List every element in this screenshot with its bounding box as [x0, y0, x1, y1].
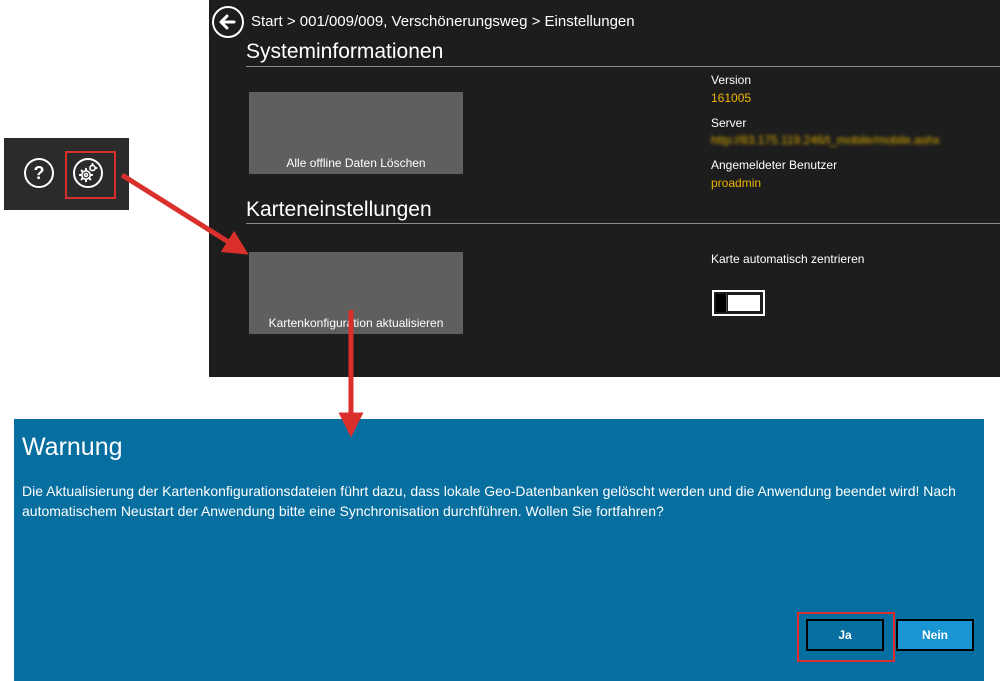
dialog-title: Warnung — [22, 433, 123, 461]
auto-center-toggle[interactable] — [712, 290, 765, 316]
version-value: 161005 — [711, 91, 752, 105]
breadcrumb: Start > 001/009/009, Verschönerungsweg >… — [251, 13, 635, 30]
mini-toolbar: ? — [4, 138, 129, 210]
update-map-config-button[interactable]: Kartenkonfiguration aktualisieren — [249, 252, 463, 334]
toggle-knob — [716, 294, 727, 312]
back-button[interactable] — [212, 6, 244, 38]
auto-center-label: Karte automatisch zentrieren — [711, 252, 865, 266]
help-button[interactable]: ? — [24, 158, 54, 188]
server-value: http://83.175.119.246/t_mobile/mobile.as… — [711, 133, 940, 147]
toggle-track — [728, 295, 760, 311]
version-label: Version — [711, 73, 752, 87]
arrow-left-icon — [219, 14, 236, 30]
yes-button[interactable]: Ja — [806, 619, 884, 651]
settings-button[interactable] — [73, 158, 103, 188]
divider — [246, 66, 1000, 67]
warning-dialog: Warnung Die Aktualisierung der Kartenkon… — [14, 419, 984, 681]
dialog-message: Die Aktualisierung der Kartenkonfigurati… — [22, 483, 956, 519]
user-label: Angemeldeter Benutzer — [711, 158, 838, 172]
no-button[interactable]: Nein — [896, 619, 974, 651]
system-section-title: Systeminformationen — [246, 40, 444, 63]
user-value: proadmin — [711, 176, 762, 190]
divider — [246, 223, 1000, 224]
delete-offline-data-button[interactable]: Alle offline Daten Löschen — [249, 92, 463, 174]
help-icon: ? — [33, 162, 45, 183]
map-section-title: Karteneinstellungen — [246, 198, 432, 221]
gear-icon — [78, 163, 98, 183]
update-map-config-label: Kartenkonfiguration aktualisieren — [268, 316, 444, 330]
server-label: Server — [711, 116, 747, 130]
delete-offline-data-label: Alle offline Daten Löschen — [286, 156, 426, 170]
settings-screen: Start > 001/009/009, Verschönerungsweg >… — [209, 0, 1000, 377]
